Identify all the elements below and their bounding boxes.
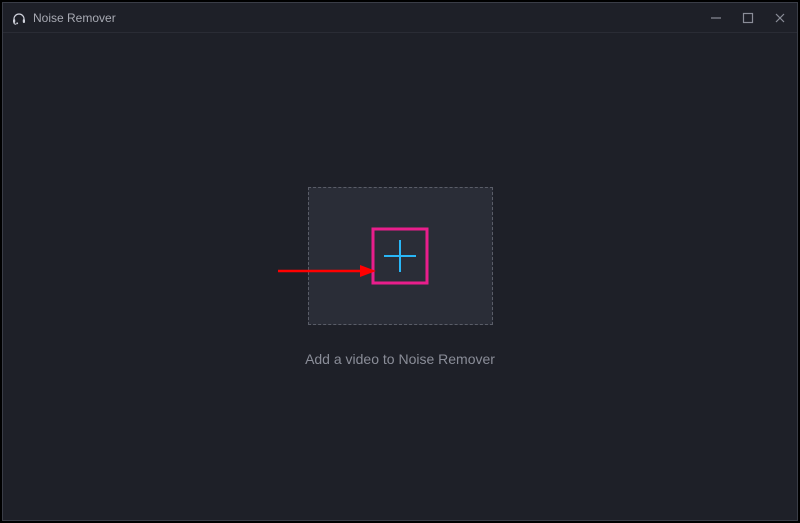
maximize-button[interactable]: [739, 9, 757, 27]
main-content: Add a video to Noise Remover: [3, 33, 797, 520]
video-dropzone[interactable]: [308, 187, 493, 325]
app-title: Noise Remover: [33, 11, 116, 25]
instruction-text: Add a video to Noise Remover: [305, 351, 495, 367]
headphones-icon: [11, 10, 27, 26]
close-button[interactable]: [771, 9, 789, 27]
app-window: Noise Remover Add a video to Noise: [2, 2, 798, 521]
window-controls: [707, 9, 789, 27]
minimize-button[interactable]: [707, 9, 725, 27]
titlebar: Noise Remover: [3, 3, 797, 33]
plus-icon: [380, 236, 420, 276]
titlebar-left: Noise Remover: [11, 10, 116, 26]
